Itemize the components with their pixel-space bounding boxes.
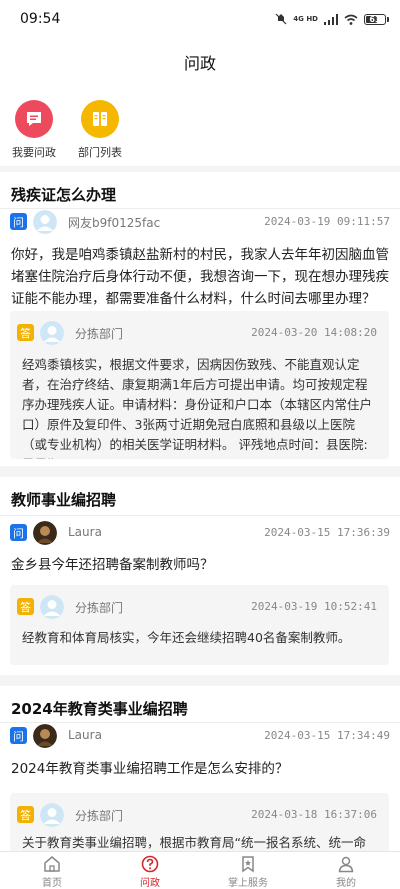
wifi-icon [344,10,358,29]
answer-tag: 答 [17,806,34,823]
department-list-button[interactable]: 部门列表 [72,100,128,160]
answerer-row: 答 分拣部门 2024-03-20 14:08:20 [17,321,377,345]
asker-name: Laura [68,728,102,742]
avatar [40,595,64,619]
asked-date: 2024-03-15 17:36:39 [264,526,390,539]
tab-home[interactable]: 首页 [17,855,87,889]
ask-question-label: 我要问政 [12,146,56,159]
department-name: 分拣部门 [75,809,124,823]
network-label: 4G HD [293,15,318,23]
quick-actions: 我要问政 部门列表 [0,92,400,166]
asker-name: Laura [68,525,102,539]
question-tag: 问 [10,727,27,744]
user-icon [311,855,381,873]
asker-row: 问 Laura 2024-03-15 17:36:39 [10,521,390,545]
asker-row: 问 Laura 2024-03-15 17:34:49 [10,724,390,748]
page-title: 问政 [183,54,216,73]
answered-date: 2024-03-18 16:37:06 [251,808,377,821]
question-content: 你好，我是咱鸡黍镇赵盐新村的村民，我家人去年年初因脑血管堵塞住院治疗后身体行动不… [11,247,389,307]
tab-mine[interactable]: 我的 [311,855,381,889]
question-card[interactable]: 残疾证怎么办理 问 网友b9f0125fac 2024-03-19 09:11:… [0,172,400,466]
question-card[interactable]: 2024年教育类事业编招聘 问 Laura 2024-03-15 17:34:4… [0,686,400,851]
asked-date: 2024-03-15 17:34:49 [264,729,390,742]
status-icons: 4G HD 63 [275,10,389,29]
tab-home-label: 首页 [42,878,62,889]
department-list-label: 部门列表 [78,146,122,159]
answer-content: 关于教育类事业编招聘，根据市教育局“统一报名系统、统一命 [22,835,366,850]
tab-mine-label: 我的 [336,878,356,889]
mute-icon [275,10,287,29]
bookmark-icon [213,855,283,873]
status-bar: 09:54 4G HD 63 [0,0,400,40]
answer-box: 答 分拣部门 2024-03-18 16:37:06 关于教育类事业编招聘，根据… [10,793,389,851]
answer-content: 经教育和体育局核实，今年还会继续招聘40名备案制教师。 [22,630,351,645]
book-icon [81,100,119,138]
question-icon [115,855,185,873]
avatar-photo [33,724,57,748]
question-content: 2024年教育类事业编招聘工作是怎么安排的？ [11,761,289,777]
signal-icon [324,10,338,29]
answer-tag: 答 [17,598,34,615]
question-title: 残疾证怎么办理 [11,186,117,204]
question-tag: 问 [10,524,27,541]
question-card[interactable]: 教师事业编招聘 问 Laura 2024-03-15 17:36:39 金乡县今… [0,477,400,675]
divider [0,722,400,723]
battery-icon: 63 [364,14,389,25]
tab-services[interactable]: 掌上服务 [213,855,283,889]
ask-question-button[interactable]: 我要问政 [6,100,62,160]
asker-name: 网友b9f0125fac [68,216,161,230]
answer-content: 经鸡黍镇核实，根据文件要求，因病因伤致残、不能直观认定者，在治疗终结、康复期满1… [22,357,373,459]
clock: 09:54 [20,11,61,27]
avatar [40,803,64,827]
answerer-row: 答 分拣部门 2024-03-19 10:52:41 [17,595,377,619]
asker-row: 问 网友b9f0125fac 2024-03-19 09:11:57 [10,210,390,234]
chat-icon [15,100,53,138]
tab-services-label: 掌上服务 [228,878,268,889]
tab-bar: 首页 问政 掌上服务 我的 [0,851,400,889]
department-name: 分拣部门 [75,601,124,615]
answerer-row: 答 分拣部门 2024-03-18 16:37:06 [17,803,377,827]
avatar [40,321,64,345]
department-name: 分拣部门 [75,327,124,341]
avatar-photo [33,521,57,545]
answer-box: 答 分拣部门 2024-03-19 10:52:41 经教育和体育局核实，今年还… [10,585,389,665]
question-title: 2024年教育类事业编招聘 [11,700,188,718]
question-title: 教师事业编招聘 [11,491,117,509]
divider [0,208,400,209]
divider [0,515,400,516]
header: 问政 [0,40,400,92]
avatar [33,210,57,234]
asked-date: 2024-03-19 09:11:57 [264,215,390,228]
battery-level: 63 [369,15,381,24]
answered-date: 2024-03-19 10:52:41 [251,600,377,613]
tab-wenzheng[interactable]: 问政 [115,855,185,889]
answer-tag: 答 [17,324,34,341]
answer-box: 答 分拣部门 2024-03-20 14:08:20 经鸡黍镇核实，根据文件要求… [10,311,389,459]
home-icon [17,855,87,873]
question-content: 金乡县今年还招聘备案制教师吗？ [11,557,214,573]
answered-date: 2024-03-20 14:08:20 [251,326,377,339]
tab-wenzheng-label: 问政 [140,878,160,889]
question-tag: 问 [10,213,27,230]
